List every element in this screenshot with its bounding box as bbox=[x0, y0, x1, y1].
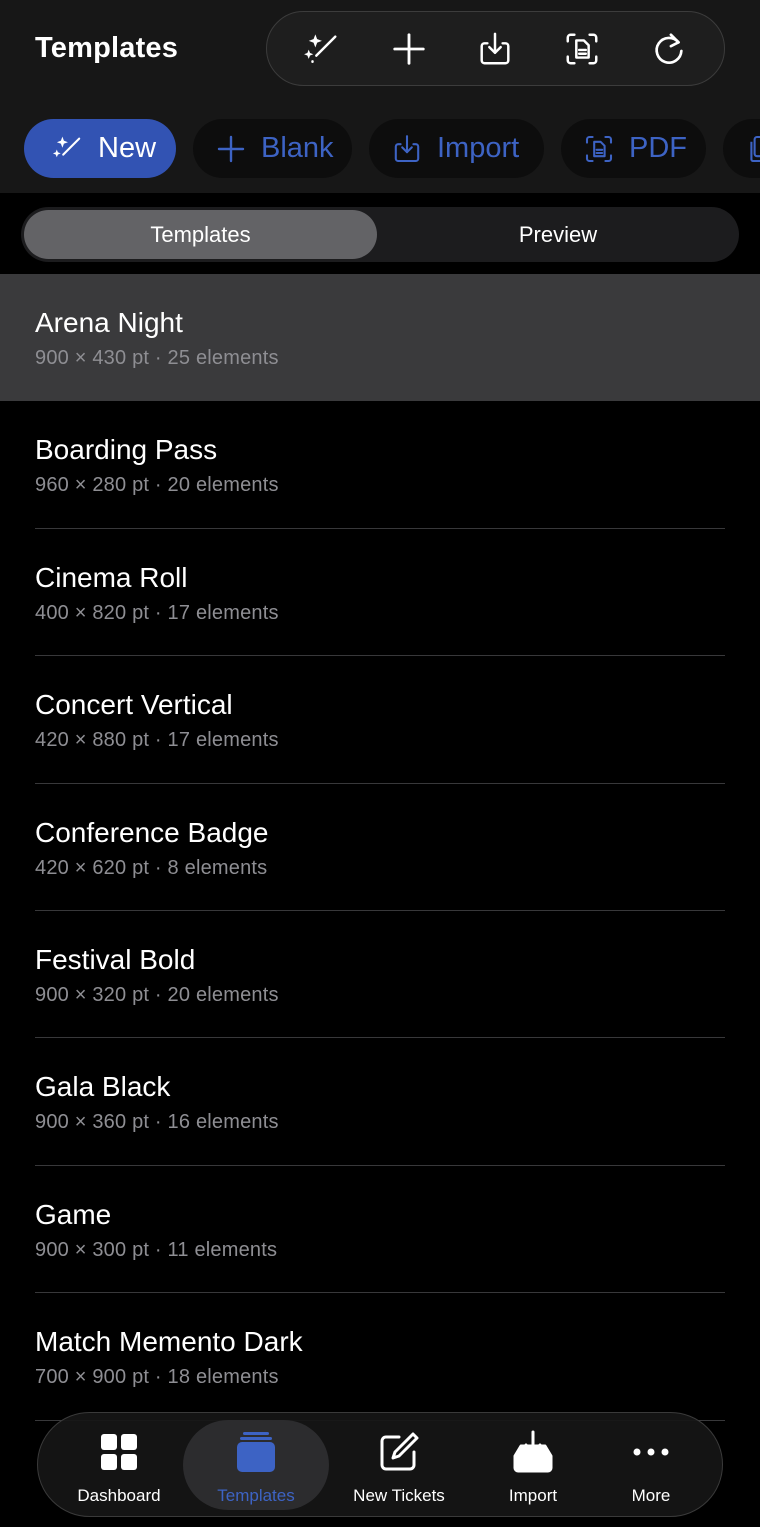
template-dimensions: 900 × 300 pt · 11 elements bbox=[35, 1238, 278, 1261]
template-name: Gala Black bbox=[35, 1071, 171, 1103]
header-bar: Templates New Blank Import PDF bbox=[0, 0, 760, 193]
plus-icon bbox=[217, 135, 245, 162]
template-name: Cinema Roll bbox=[35, 561, 188, 593]
template-dimensions: 420 × 620 pt · 8 elements bbox=[35, 856, 268, 879]
template-name: Festival Bold bbox=[35, 943, 196, 975]
template-dimensions: 900 × 430 pt · 25 elements bbox=[35, 347, 279, 369]
template-name: Concert Vertical bbox=[35, 689, 233, 721]
segment-preview[interactable]: Preview bbox=[380, 210, 736, 259]
segment-templates[interactable]: Templates bbox=[24, 210, 377, 259]
template-name: Game bbox=[35, 1198, 112, 1230]
template-name: Match Memento Dark bbox=[35, 1326, 303, 1358]
template-row[interactable]: Cinema Roll 400 × 820 pt · 17 elements bbox=[0, 529, 760, 657]
tab-new-tickets[interactable]: New Tickets bbox=[326, 1420, 472, 1510]
template-row[interactable]: Gala Black 900 × 360 pt · 16 elements bbox=[0, 1038, 760, 1166]
more-chip-button[interactable] bbox=[723, 119, 760, 178]
new-chip-button[interactable]: New bbox=[24, 119, 176, 178]
more-dots-icon bbox=[633, 1448, 669, 1456]
template-row[interactable]: Match Memento Dark 700 × 900 pt · 18 elem… bbox=[0, 1293, 760, 1421]
tab-label: New Tickets bbox=[353, 1486, 445, 1505]
tab-more[interactable]: More bbox=[578, 1420, 724, 1510]
tab-label: Dashboard bbox=[77, 1486, 161, 1505]
plus-icon bbox=[393, 32, 425, 65]
tab-dashboard[interactable]: Dashboard bbox=[46, 1420, 192, 1510]
template-dimensions: 700 × 900 pt · 18 elements bbox=[35, 1366, 279, 1389]
import-chip-button[interactable]: Import bbox=[369, 119, 544, 178]
view-segmented-control: Templates Preview bbox=[21, 207, 739, 262]
template-row[interactable]: Boarding Pass 960 × 280 pt · 20 elements bbox=[0, 401, 760, 529]
magic-new-button[interactable] bbox=[292, 19, 352, 79]
chip-label: New bbox=[98, 132, 157, 164]
duplicate-icon bbox=[750, 135, 760, 162]
template-name: Boarding Pass bbox=[35, 434, 218, 466]
template-row[interactable]: Arena Night 900 × 430 pt · 25 elements bbox=[0, 274, 760, 402]
scan-document-icon bbox=[566, 33, 598, 64]
template-dimensions: 420 × 880 pt · 17 elements bbox=[35, 729, 279, 752]
scan-document-icon bbox=[585, 135, 613, 162]
pdf-chip-button[interactable]: PDF bbox=[561, 119, 706, 178]
tab-templates[interactable]: Templates bbox=[183, 1420, 329, 1510]
chip-label: Import bbox=[437, 132, 520, 164]
template-dimensions: 900 × 320 pt · 20 elements bbox=[35, 983, 279, 1006]
template-row[interactable]: Concert Vertical 420 × 880 pt · 17 elemen… bbox=[0, 656, 760, 784]
template-dimensions: 960 × 280 pt · 20 elements bbox=[35, 474, 279, 497]
template-name: Conference Badge bbox=[35, 816, 269, 848]
magic-wand-icon bbox=[304, 33, 337, 63]
refresh-icon bbox=[655, 32, 683, 64]
template-row[interactable]: Festival Bold 900 × 320 pt · 20 elements bbox=[0, 911, 760, 1039]
scan-pdf-button[interactable] bbox=[552, 19, 612, 79]
refresh-button[interactable] bbox=[639, 19, 699, 79]
compose-icon bbox=[380, 1432, 419, 1471]
add-button[interactable] bbox=[379, 19, 439, 79]
bottom-tab-bar: Dashboard Templates New Tickets Import M… bbox=[37, 1412, 723, 1517]
template-name: Arena Night bbox=[35, 307, 183, 338]
toolbar bbox=[266, 11, 725, 86]
import-tray-icon bbox=[513, 1430, 553, 1473]
blank-chip-button[interactable]: Blank bbox=[193, 119, 352, 178]
tab-label: More bbox=[631, 1486, 671, 1505]
chip-label: PDF bbox=[629, 132, 687, 164]
template-list: Arena Night 900 × 430 pt · 25 elements Boa… bbox=[0, 274, 760, 1421]
magic-wand-icon bbox=[52, 136, 81, 157]
import-button[interactable] bbox=[465, 19, 525, 79]
tab-label: Templates bbox=[217, 1486, 295, 1505]
dashboard-grid-icon bbox=[101, 1434, 137, 1470]
page-title: Templates bbox=[35, 32, 179, 64]
template-row[interactable]: Game 900 × 300 pt · 11 elements bbox=[0, 1166, 760, 1294]
import-tray-icon bbox=[480, 32, 511, 64]
action-chips: New Blank Import PDF bbox=[0, 119, 760, 179]
template-dimensions: 400 × 820 pt · 17 elements bbox=[35, 601, 279, 624]
import-tray-icon bbox=[394, 134, 420, 162]
template-row[interactable]: Conference Badge 420 × 620 pt · 8 element… bbox=[0, 784, 760, 911]
templates-stack-icon bbox=[237, 1432, 275, 1472]
chip-label: Blank bbox=[261, 132, 334, 164]
template-dimensions: 900 × 360 pt · 16 elements bbox=[35, 1111, 279, 1134]
tab-label: Import bbox=[508, 1486, 558, 1505]
